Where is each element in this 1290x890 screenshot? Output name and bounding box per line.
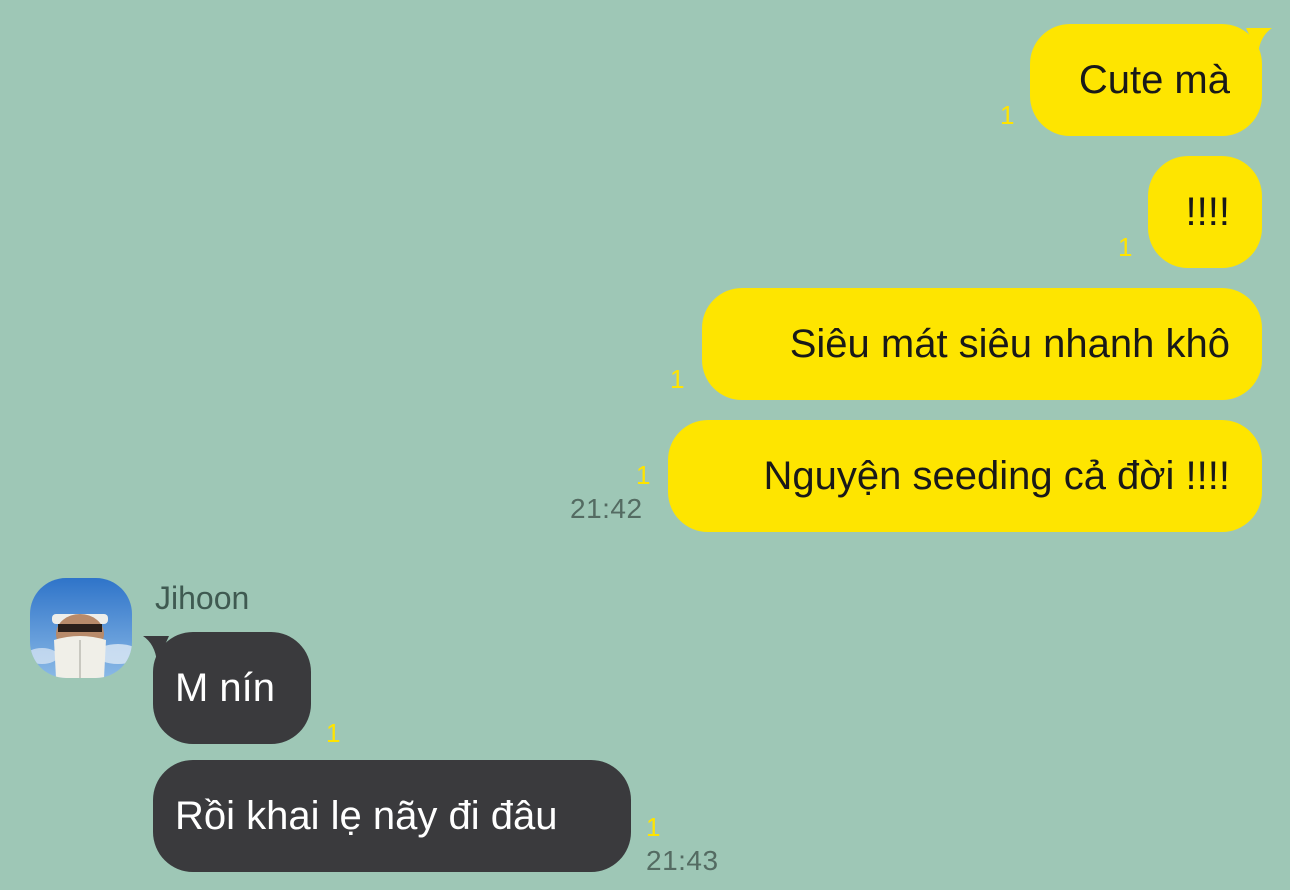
message-text: Rồi khai lẹ nãy đi đâu	[175, 794, 558, 838]
message-text: M nín	[175, 666, 276, 710]
outgoing-message[interactable]: Siêu mát siêu nhanh khô	[702, 288, 1262, 400]
unread-count: 1	[1118, 232, 1133, 262]
message-text: !!!!	[1185, 190, 1230, 234]
chat-room: Cute mà 1 !!!! 1 Siêu mát siêu nhanh khô…	[0, 0, 1290, 890]
profile-photo-icon	[30, 578, 132, 678]
unread-count: 1	[646, 812, 661, 842]
message-timestamp: 21:42	[570, 493, 643, 524]
message-text: Siêu mát siêu nhanh khô	[789, 322, 1230, 366]
message-timestamp: 21:43	[646, 845, 719, 876]
contact-avatar[interactable]	[30, 578, 132, 678]
bubble-tail-icon	[143, 636, 169, 662]
incoming-message[interactable]: M nín	[143, 632, 311, 744]
unread-count: 1	[670, 364, 685, 394]
contact-name: Jihoon	[155, 580, 250, 616]
outgoing-message[interactable]: Nguyện seeding cả đời !!!!	[668, 420, 1262, 532]
unread-count: 1	[326, 718, 341, 748]
message-text: Cute mà	[1078, 58, 1230, 102]
outgoing-message[interactable]: !!!!	[1148, 156, 1262, 268]
outgoing-message[interactable]: Cute mà	[1030, 24, 1272, 136]
unread-count: 1	[636, 460, 651, 490]
incoming-message[interactable]: Rồi khai lẹ nãy đi đâu	[153, 760, 631, 872]
bubble-tail-icon	[1246, 28, 1272, 54]
message-text: Nguyện seeding cả đời !!!!	[763, 454, 1230, 498]
unread-count: 1	[1000, 100, 1015, 130]
